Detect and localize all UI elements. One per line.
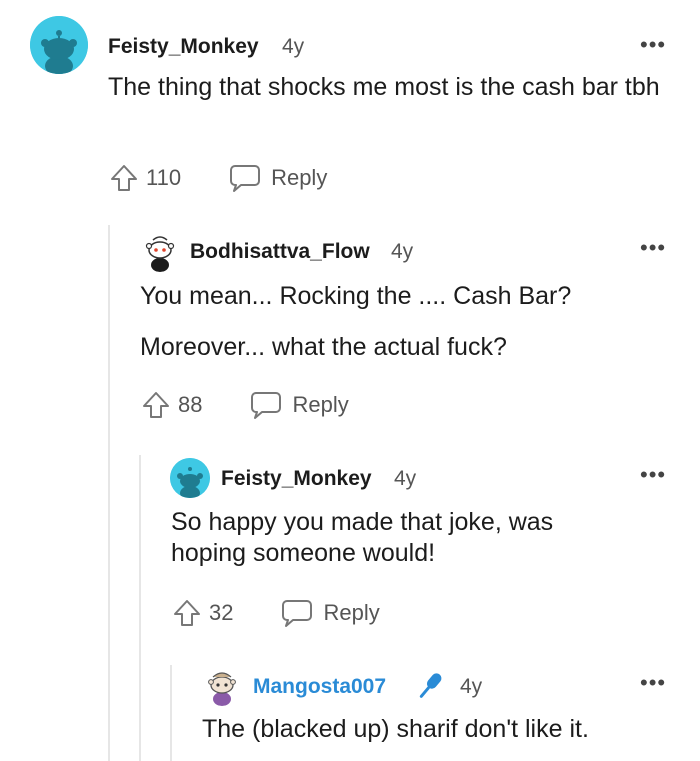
vote-count: 88 [178, 392, 203, 417]
snoo-avatar-icon [208, 672, 236, 706]
comment-timestamp: 4y [391, 240, 414, 263]
comment-paragraph: The (blacked up) sharif don't like it. [202, 715, 589, 743]
more-options-icon[interactable]: ••• [640, 34, 666, 56]
comment-body: You mean... Rocking the .... Cash Bar? M… [140, 281, 680, 363]
speech-bubble-icon [282, 600, 313, 627]
speech-bubble-icon [251, 392, 282, 419]
speech-bubble-icon [230, 165, 261, 192]
comment-paragraph: So happy you made that joke, was hoping … [171, 508, 554, 567]
thread-line [170, 665, 172, 761]
snoo-avatar-icon [170, 458, 210, 498]
comment-timestamp: 4y [394, 467, 417, 490]
microphone-icon [412, 668, 448, 709]
comment-author[interactable]: Bodhisattva_Flow [190, 240, 370, 264]
upvote-arrow-icon [111, 165, 137, 191]
upvote-button[interactable]: 110 [108, 162, 181, 194]
more-options-icon[interactable]: ••• [640, 237, 666, 259]
comment-author[interactable]: Mangosta007 [253, 675, 386, 699]
avatar[interactable] [202, 666, 242, 706]
thread-line [108, 225, 110, 761]
comment-body: So happy you made that joke, was hoping … [171, 507, 591, 569]
comment-paragraph: The thing that shocks me most is the cas… [108, 73, 660, 101]
thread-line [139, 455, 141, 761]
comment-timestamp: 4y [282, 35, 305, 58]
snoo-avatar-icon [145, 236, 175, 272]
comment-body: The (blacked up) sharif don't like it. [202, 714, 682, 745]
comment-actions: 88 Reply [140, 389, 349, 421]
reply-button[interactable]: Reply [229, 163, 327, 193]
upvote-button[interactable]: 88 [140, 389, 202, 421]
avatar[interactable] [30, 16, 88, 74]
avatar[interactable] [170, 458, 210, 498]
comment-actions: 32 Reply [171, 597, 380, 629]
comment-timestamp: 4y [460, 675, 483, 698]
vote-count: 110 [146, 165, 182, 190]
more-options-icon[interactable]: ••• [640, 672, 666, 694]
avatar[interactable] [140, 232, 180, 272]
reply-button[interactable]: Reply [250, 390, 349, 420]
comment-author[interactable]: Feisty_Monkey [108, 35, 259, 59]
upvote-button[interactable]: 32 [171, 597, 233, 629]
comment-paragraph: Moreover... what the actual fuck? [140, 333, 507, 361]
reply-label: Reply [292, 392, 349, 417]
comment-author[interactable]: Feisty_Monkey [221, 467, 372, 491]
reply-button[interactable]: Reply [281, 598, 380, 628]
reply-label: Reply [323, 600, 380, 625]
more-options-icon[interactable]: ••• [640, 464, 666, 486]
comment-paragraph: You mean... Rocking the .... Cash Bar? [140, 282, 572, 310]
reply-label: Reply [271, 165, 328, 190]
comment-body: The thing that shocks me most is the cas… [108, 72, 678, 103]
upvote-arrow-icon [174, 600, 200, 626]
comment-actions: 110 Reply [108, 162, 327, 194]
upvote-arrow-icon [143, 392, 169, 418]
vote-count: 32 [209, 600, 234, 625]
snoo-avatar-icon [30, 16, 88, 74]
